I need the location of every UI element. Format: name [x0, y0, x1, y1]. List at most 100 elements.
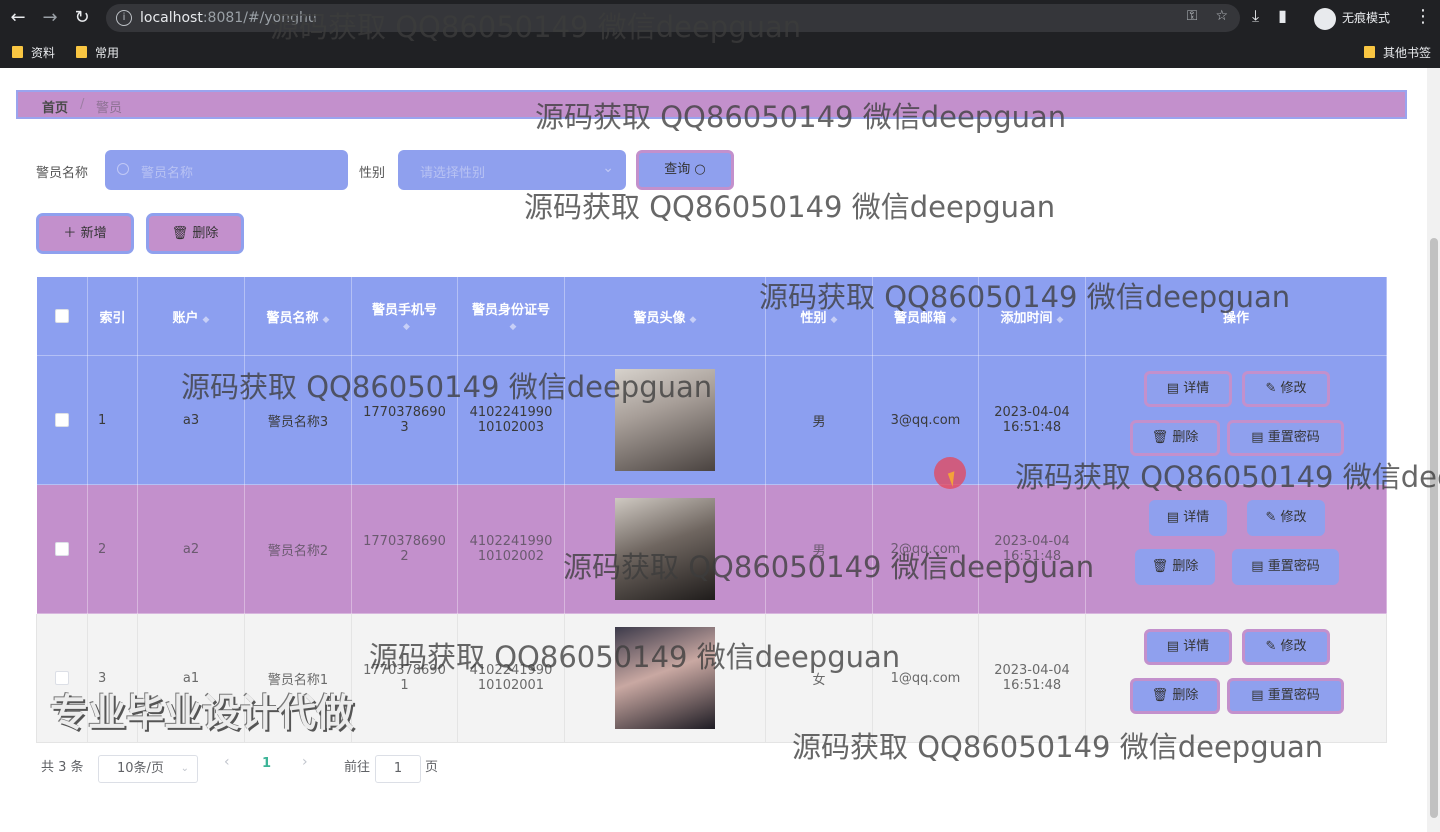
- header-select-all[interactable]: [36, 276, 88, 356]
- phone-part: 3: [400, 420, 409, 435]
- bulk-delete-button[interactable]: 🗑 删除: [146, 213, 244, 254]
- cell-ops: ▤ 详情 ✎ 修改 🗑 删除 ▤ 重置密码: [1085, 484, 1387, 614]
- page-scrollbar[interactable]: [1427, 68, 1440, 832]
- header-phone[interactable]: 警员手机号 ◆: [351, 276, 458, 356]
- table-row[interactable]: 1 a3 警员名称3 1770378690 3 4102241990 1010200…: [36, 355, 1387, 485]
- header-label: 警员邮箱: [894, 310, 947, 326]
- created-date: 2023-04-04: [994, 405, 1070, 420]
- breadcrumb-current: 警员: [96, 101, 123, 116]
- prev-page-icon[interactable]: ‹: [224, 754, 230, 770]
- edit-button[interactable]: ✎ 修改: [1247, 500, 1325, 536]
- sidebar-icon[interactable]: ▮: [1278, 6, 1287, 25]
- add-button[interactable]: ＋ 新增: [36, 213, 134, 254]
- edit-label: 修改: [1280, 639, 1307, 654]
- idcard-part: 4102241990: [469, 405, 553, 420]
- sort-icon[interactable]: ◆: [323, 315, 330, 325]
- header-label: 警员手机号: [371, 303, 437, 318]
- address-bar[interactable]: i localhost:8081/#/yonghu ⚿ ☆: [106, 4, 1240, 32]
- next-page-icon[interactable]: ›: [302, 754, 308, 770]
- detail-label: 详情: [1183, 381, 1210, 396]
- scrollbar-thumb[interactable]: [1430, 238, 1438, 818]
- star-icon[interactable]: ☆: [1215, 8, 1228, 24]
- detail-button[interactable]: ▤ 详情: [1144, 629, 1232, 665]
- breadcrumb-separator: /: [80, 97, 85, 112]
- name-search-placeholder: 警员名称: [141, 166, 194, 181]
- download-icon[interactable]: ⤓: [1252, 6, 1259, 25]
- cell-created: 2023-04-04 16:51:48: [978, 484, 1086, 614]
- breadcrumb-home[interactable]: 首页: [42, 97, 68, 116]
- cell-ops: ▤ 详情 ✎ 修改 🗑 删除 ▤ 重置密码: [1085, 355, 1387, 485]
- header-account[interactable]: 账户 ◆: [137, 276, 245, 356]
- reset-password-button[interactable]: ▤ 重置密码: [1232, 549, 1339, 585]
- cell-email: 1@qq.com: [872, 613, 979, 743]
- row-checkbox[interactable]: [55, 413, 69, 427]
- bookmark-folder[interactable]: 常用: [76, 44, 119, 61]
- name-search-input[interactable]: 警员名称: [105, 150, 348, 190]
- gender-filter-label: 性别: [359, 166, 386, 181]
- chevron-down-icon: ⌄: [180, 763, 189, 774]
- header-created[interactable]: 添加时间 ◆: [978, 276, 1086, 356]
- query-button[interactable]: 查询 ○: [636, 150, 734, 190]
- reset-password-button[interactable]: ▤ 重置密码: [1227, 420, 1344, 456]
- folder-icon: [1364, 46, 1375, 58]
- avatar-image[interactable]: [615, 369, 715, 471]
- select-all-checkbox[interactable]: [55, 309, 69, 323]
- avatar-image[interactable]: [615, 498, 715, 600]
- phone-part: 1770378690: [363, 663, 446, 678]
- header-idcard[interactable]: 警员身份证号 ◆: [457, 276, 565, 356]
- sort-icon[interactable]: ◆: [1057, 315, 1064, 325]
- cell-email: 2@qq.com: [872, 484, 979, 614]
- url-text[interactable]: localhost:8081/#/yonghu: [140, 10, 317, 26]
- page-number-current[interactable]: 1: [262, 756, 271, 771]
- reload-icon[interactable]: ↻: [70, 6, 94, 30]
- delete-button[interactable]: 🗑 删除: [1130, 678, 1220, 714]
- row-select-cell[interactable]: [36, 484, 88, 614]
- avatar-image[interactable]: [615, 627, 715, 729]
- sort-icon[interactable]: ◆: [510, 322, 517, 332]
- other-bookmarks[interactable]: 其他书签: [1364, 44, 1431, 61]
- detail-button[interactable]: ▤ 详情: [1144, 371, 1232, 407]
- created-time: 16:51:48: [1002, 549, 1062, 564]
- forward-icon[interactable]: →: [38, 6, 62, 30]
- header-label: 添加时间: [1000, 310, 1053, 326]
- sort-icon[interactable]: ◆: [403, 322, 410, 332]
- bookmark-label: 资料: [31, 46, 56, 60]
- phone-part: 1: [400, 678, 409, 693]
- page-size-select[interactable]: 10条/页 ⌄: [98, 755, 198, 783]
- page-size-value: 10条/页: [117, 761, 164, 776]
- bookmark-label: 其他书签: [1383, 46, 1432, 60]
- row-checkbox[interactable]: [55, 542, 69, 556]
- header-gender[interactable]: 性别 ◆: [765, 276, 873, 356]
- browser-toolbar: ← → ↻ i localhost:8081/#/yonghu ⚿ ☆ ⤓ ▮ 无…: [0, 0, 1440, 36]
- incognito-icon: [1314, 7, 1336, 30]
- sort-icon[interactable]: ◆: [950, 315, 957, 325]
- sort-icon[interactable]: ◆: [690, 315, 697, 325]
- delete-button[interactable]: 🗑 删除: [1130, 420, 1220, 456]
- cell-avatar: [564, 484, 766, 614]
- more-menu-icon[interactable]: ⋮: [1414, 6, 1432, 27]
- reset-password-button[interactable]: ▤ 重置密码: [1227, 678, 1344, 714]
- cell-name: 警员名称2: [244, 484, 352, 614]
- gender-select[interactable]: 请选择性别 ⌄: [398, 150, 626, 190]
- goto-page-input[interactable]: 1: [375, 755, 421, 783]
- delete-label: 删除: [1172, 430, 1199, 445]
- edit-button[interactable]: ✎ 修改: [1242, 629, 1330, 665]
- header-label: 索引: [99, 310, 126, 326]
- header-avatar[interactable]: 警员头像 ◆: [564, 276, 766, 356]
- document-icon: ▤: [1166, 381, 1180, 396]
- sort-icon[interactable]: ◆: [831, 315, 838, 325]
- row-select-cell[interactable]: [36, 355, 88, 485]
- info-icon[interactable]: i: [116, 10, 132, 26]
- header-email[interactable]: 警员邮箱 ◆: [872, 276, 979, 356]
- table-row[interactable]: 2 a2 警员名称2 1770378690 2 4102241990 1010200…: [36, 484, 1387, 614]
- sort-icon[interactable]: ◆: [203, 315, 210, 325]
- delete-button[interactable]: 🗑 删除: [1135, 549, 1215, 585]
- cell-avatar: [564, 613, 766, 743]
- back-icon[interactable]: ←: [6, 6, 30, 30]
- detail-button[interactable]: ▤ 详情: [1149, 500, 1227, 536]
- key-icon[interactable]: ⚿: [1187, 8, 1198, 24]
- edit-button[interactable]: ✎ 修改: [1242, 371, 1330, 407]
- header-name[interactable]: 警员名称 ◆: [244, 276, 352, 356]
- incognito-indicator[interactable]: 无痕模式: [1314, 6, 1390, 30]
- bookmark-folder[interactable]: 资料: [12, 44, 55, 61]
